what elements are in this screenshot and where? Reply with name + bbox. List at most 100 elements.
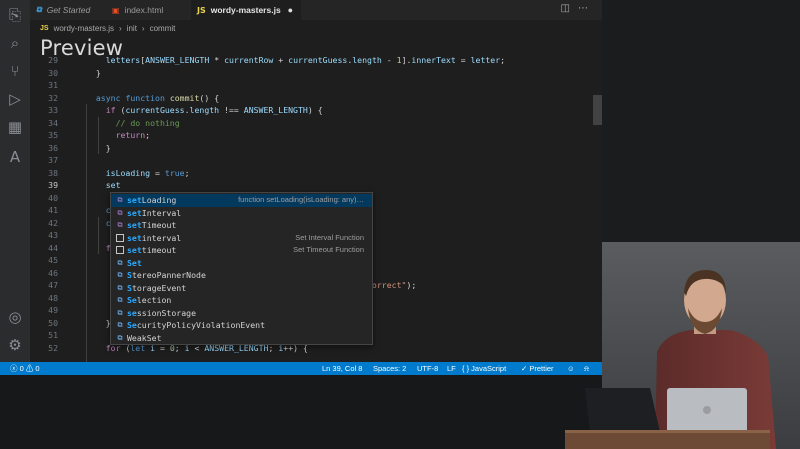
code-text: } (86, 317, 111, 328)
line-number: 47 (48, 280, 58, 290)
end-of-line[interactable]: LF (447, 362, 456, 375)
suggestion-item[interactable]: ⧉ StereoPannerNode (111, 269, 372, 282)
indentation[interactable]: Spaces: 2 (373, 362, 406, 375)
method-cube-icon: ⧉ (117, 221, 123, 229)
activity-bar: ⎘ ⌕ ⑂ ▷ ▦ A ◎ ⚙ (0, 0, 30, 362)
suggestion-label: Set (127, 257, 142, 268)
code-text: async function commit() { (95, 92, 220, 103)
tab-index-html[interactable]: ▣ index.html (106, 0, 191, 20)
suggestion-item[interactable]: ⧉ SecurityPolicyViolationEvent (111, 319, 372, 332)
account-icon[interactable]: ◎ (6, 308, 24, 326)
line-number: 51 (48, 330, 58, 340)
code-line: 37 (30, 154, 590, 167)
breadcrumb-symbol-commit[interactable]: commit (150, 24, 176, 33)
suggestion-detail: Set Interval Function (295, 232, 364, 242)
line-number: 44 (48, 242, 58, 253)
breadcrumb-file[interactable]: wordy-masters.js (54, 24, 114, 33)
line-number: 49 (48, 305, 58, 315)
prettier-status[interactable]: ✓ Prettier (521, 362, 554, 375)
line-number: 35 (48, 130, 58, 140)
problems-indicator[interactable]: ⓧ 0 ⚠ 0 (10, 362, 40, 375)
tab-label: wordy-masters.js (210, 5, 281, 15)
code-line: 30 } (30, 67, 590, 80)
suggestion-label: settimeout (127, 245, 177, 255)
code-line: 32 async function commit() { (30, 92, 590, 105)
suggestion-item[interactable]: ⧉ WeakSet (111, 332, 372, 345)
line-number: 38 (48, 167, 58, 178)
code-line: 34 // do nothing (30, 117, 590, 130)
notifications-bell-icon[interactable]: ⍾ (584, 362, 589, 375)
snippet-icon (116, 246, 124, 254)
line-number: 48 (48, 292, 58, 303)
suggestion-item[interactable]: ⧉ setInterval (111, 207, 372, 220)
language-mode[interactable]: { } JavaScript (462, 362, 506, 375)
method-cube-icon: ⧉ (117, 196, 123, 204)
indent-guide (98, 116, 99, 154)
line-number: 42 (48, 217, 58, 228)
tab-get-started[interactable]: ⧉ Get Started (30, 0, 106, 20)
line-number: 46 (48, 267, 58, 278)
line-number: 40 (48, 192, 58, 203)
encoding[interactable]: UTF-8 (417, 362, 438, 375)
code-text: // do nothing (115, 117, 180, 128)
breadcrumb: JS wordy-masters.js › init › commit (40, 21, 175, 35)
variable-icon: ⧉ (117, 321, 123, 329)
editor-actions: ◫⋯ (561, 3, 596, 14)
extensions-icon[interactable]: ▦ (6, 118, 24, 136)
suggestion-item[interactable]: ⧉ setLoading function setLoading(isLoading… (111, 194, 372, 207)
more-actions-icon[interactable]: ⋯ (578, 3, 596, 14)
suggestion-item[interactable]: ⧉ StorageEvent (111, 282, 372, 295)
js-icon: JS (197, 5, 206, 15)
cursor-position[interactable]: Ln 39, Col 8 (322, 362, 362, 375)
line-number: 52 (48, 342, 58, 353)
variable-icon: ⧉ (117, 283, 123, 292)
line-number: 37 (48, 155, 58, 165)
vscode-editor-window: ⎘ ⌕ ⑂ ▷ ▦ A ◎ ⚙ ⧉ Get Started ▣ index.ht… (0, 0, 602, 375)
preview-overlay-label: Preview (40, 36, 124, 60)
suggestion-item[interactable]: ⧉ setTimeout (111, 219, 372, 232)
status-bar: ⓧ 0 ⚠ 0 Ln 39, Col 8 Spaces: 2 UTF-8 LF … (0, 362, 602, 375)
speaker-person (655, 270, 776, 449)
suggestion-item[interactable]: settimeout Set Timeout Function (111, 244, 372, 257)
line-number: 34 (48, 117, 58, 128)
variable-icon: ⧉ (117, 308, 123, 317)
suggestion-detail: function setLoading(isLoading: any)… (238, 195, 364, 204)
laptop (585, 388, 747, 434)
suggestion-label: setTimeout (127, 220, 177, 230)
unsaved-dot-icon[interactable]: ● (288, 5, 293, 15)
code-line: 39 set (30, 179, 590, 192)
azure-icon[interactable]: A (6, 148, 24, 166)
variable-icon: ⧉ (117, 271, 123, 279)
settings-gear-icon[interactable]: ⚙ (6, 336, 24, 354)
indent-guide (86, 104, 87, 375)
line-number: 50 (48, 317, 58, 328)
run-debug-icon[interactable]: ▷ (6, 90, 24, 108)
variable-icon: ⧉ (117, 296, 123, 304)
suggestion-label: StorageEvent (127, 282, 187, 293)
search-icon[interactable]: ⌕ (6, 34, 24, 52)
background-wall (602, 242, 800, 449)
source-control-icon[interactable]: ⑂ (6, 62, 24, 80)
dark-backdrop (602, 0, 800, 449)
suggestion-item[interactable]: ⧉ Set (111, 257, 372, 270)
suggestion-label: Selection (127, 295, 172, 305)
line-number: 30 (48, 67, 58, 78)
split-editor-icon[interactable]: ◫ (561, 3, 578, 14)
variable-icon: ⧉ (117, 258, 123, 267)
podium-edge (565, 430, 770, 433)
feedback-icon[interactable]: ☺ (567, 362, 575, 375)
suggestion-item[interactable]: setinterval Set Interval Function (111, 232, 372, 245)
tab-wordy-masters-js[interactable]: JS wordy-masters.js ● (191, 0, 301, 20)
files-icon[interactable]: ⎘ (6, 6, 24, 24)
code-text: letters[ANSWER_LENGTH * currentRow + cur… (105, 55, 506, 65)
suggestion-item[interactable]: ⧉ Selection (111, 294, 372, 307)
suggestion-item[interactable]: ⧉ sessionStorage (111, 307, 372, 320)
line-number: 39 (48, 180, 58, 190)
breadcrumb-symbol-init[interactable]: init (127, 24, 137, 33)
line-number: 36 (48, 142, 58, 153)
suggestion-detail: Set Timeout Function (293, 245, 364, 254)
suggestion-label: setInterval (127, 207, 182, 218)
stage-floor (0, 375, 602, 449)
autocomplete-suggestion-widget[interactable]: ⧉ setLoading function setLoading(isLoading… (110, 192, 373, 345)
editor-scrollbar[interactable] (593, 95, 602, 125)
